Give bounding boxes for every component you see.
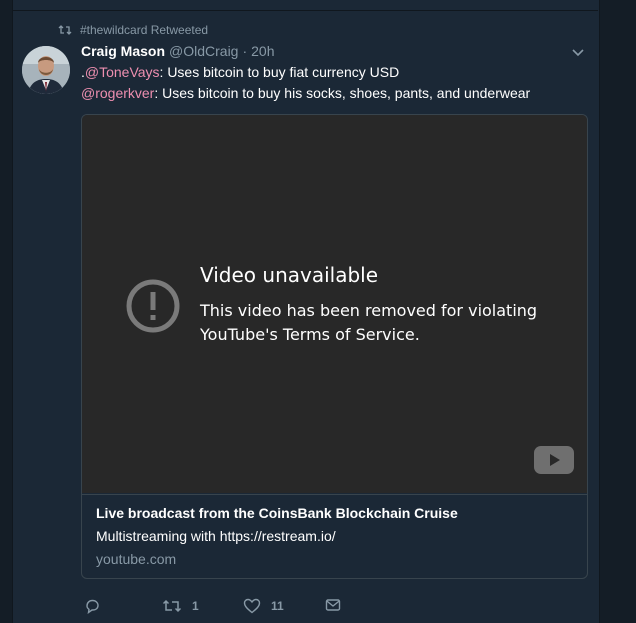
retweet-context[interactable]: #thewildcard Retweeted	[58, 22, 208, 38]
card-title: Live broadcast from the CoinsBank Blockc…	[96, 505, 458, 521]
mention-link[interactable]: @rogerkver	[81, 85, 154, 101]
card-description: Multistreaming with https://restream.io/	[96, 528, 336, 544]
link-card[interactable]: Video unavailable This video has been re…	[81, 114, 588, 579]
like-count: 11	[271, 599, 284, 613]
avatar[interactable]	[22, 46, 70, 94]
warning-icon	[126, 279, 180, 333]
mention-link[interactable]: @ToneVays	[85, 64, 160, 80]
retweet-icon	[162, 599, 182, 613]
video-error-title: Video unavailable	[200, 263, 379, 287]
tweet-actions: 1 11	[84, 598, 384, 616]
chevron-down-icon[interactable]	[570, 46, 586, 60]
divider	[12, 10, 598, 11]
card-domain: youtube.com	[96, 551, 177, 567]
separator-dot: ·	[242, 43, 248, 59]
retweet-count: 1	[192, 599, 199, 613]
video-error-message: This video has been removed for violatin…	[200, 301, 538, 344]
tweet-timestamp[interactable]: 20h	[251, 43, 274, 59]
tweet-text: : Uses bitcoin to buy fiat currency USD	[159, 64, 400, 80]
retweet-context-label: #thewildcard Retweeted	[80, 23, 209, 37]
tweet-text-line-2: @rogerkver: Uses bitcoin to buy his sock…	[81, 85, 530, 101]
retweet-icon	[58, 25, 72, 35]
author-handle[interactable]: @OldCraig	[169, 43, 238, 59]
tweet-text: : Uses bitcoin to buy his socks, shoes, …	[154, 85, 531, 101]
reply-icon	[86, 599, 99, 614]
tweet-text-line-1: .@ToneVays: Uses bitcoin to buy fiat cur…	[81, 64, 399, 80]
author-name[interactable]: Craig Mason	[81, 43, 165, 59]
retweet-button[interactable]: 1	[162, 598, 199, 614]
heart-icon	[243, 598, 261, 614]
like-button[interactable]: 11	[243, 598, 284, 614]
video-player[interactable]: Video unavailable This video has been re…	[82, 115, 587, 493]
reply-button[interactable]	[84, 598, 110, 614]
direct-message-button[interactable]	[325, 598, 351, 612]
tweet-header: Craig Mason @OldCraig · 20h	[81, 43, 275, 61]
youtube-logo-icon[interactable]	[534, 446, 574, 474]
envelope-icon	[325, 599, 341, 611]
card-details[interactable]: Live broadcast from the CoinsBank Blockc…	[82, 494, 587, 578]
